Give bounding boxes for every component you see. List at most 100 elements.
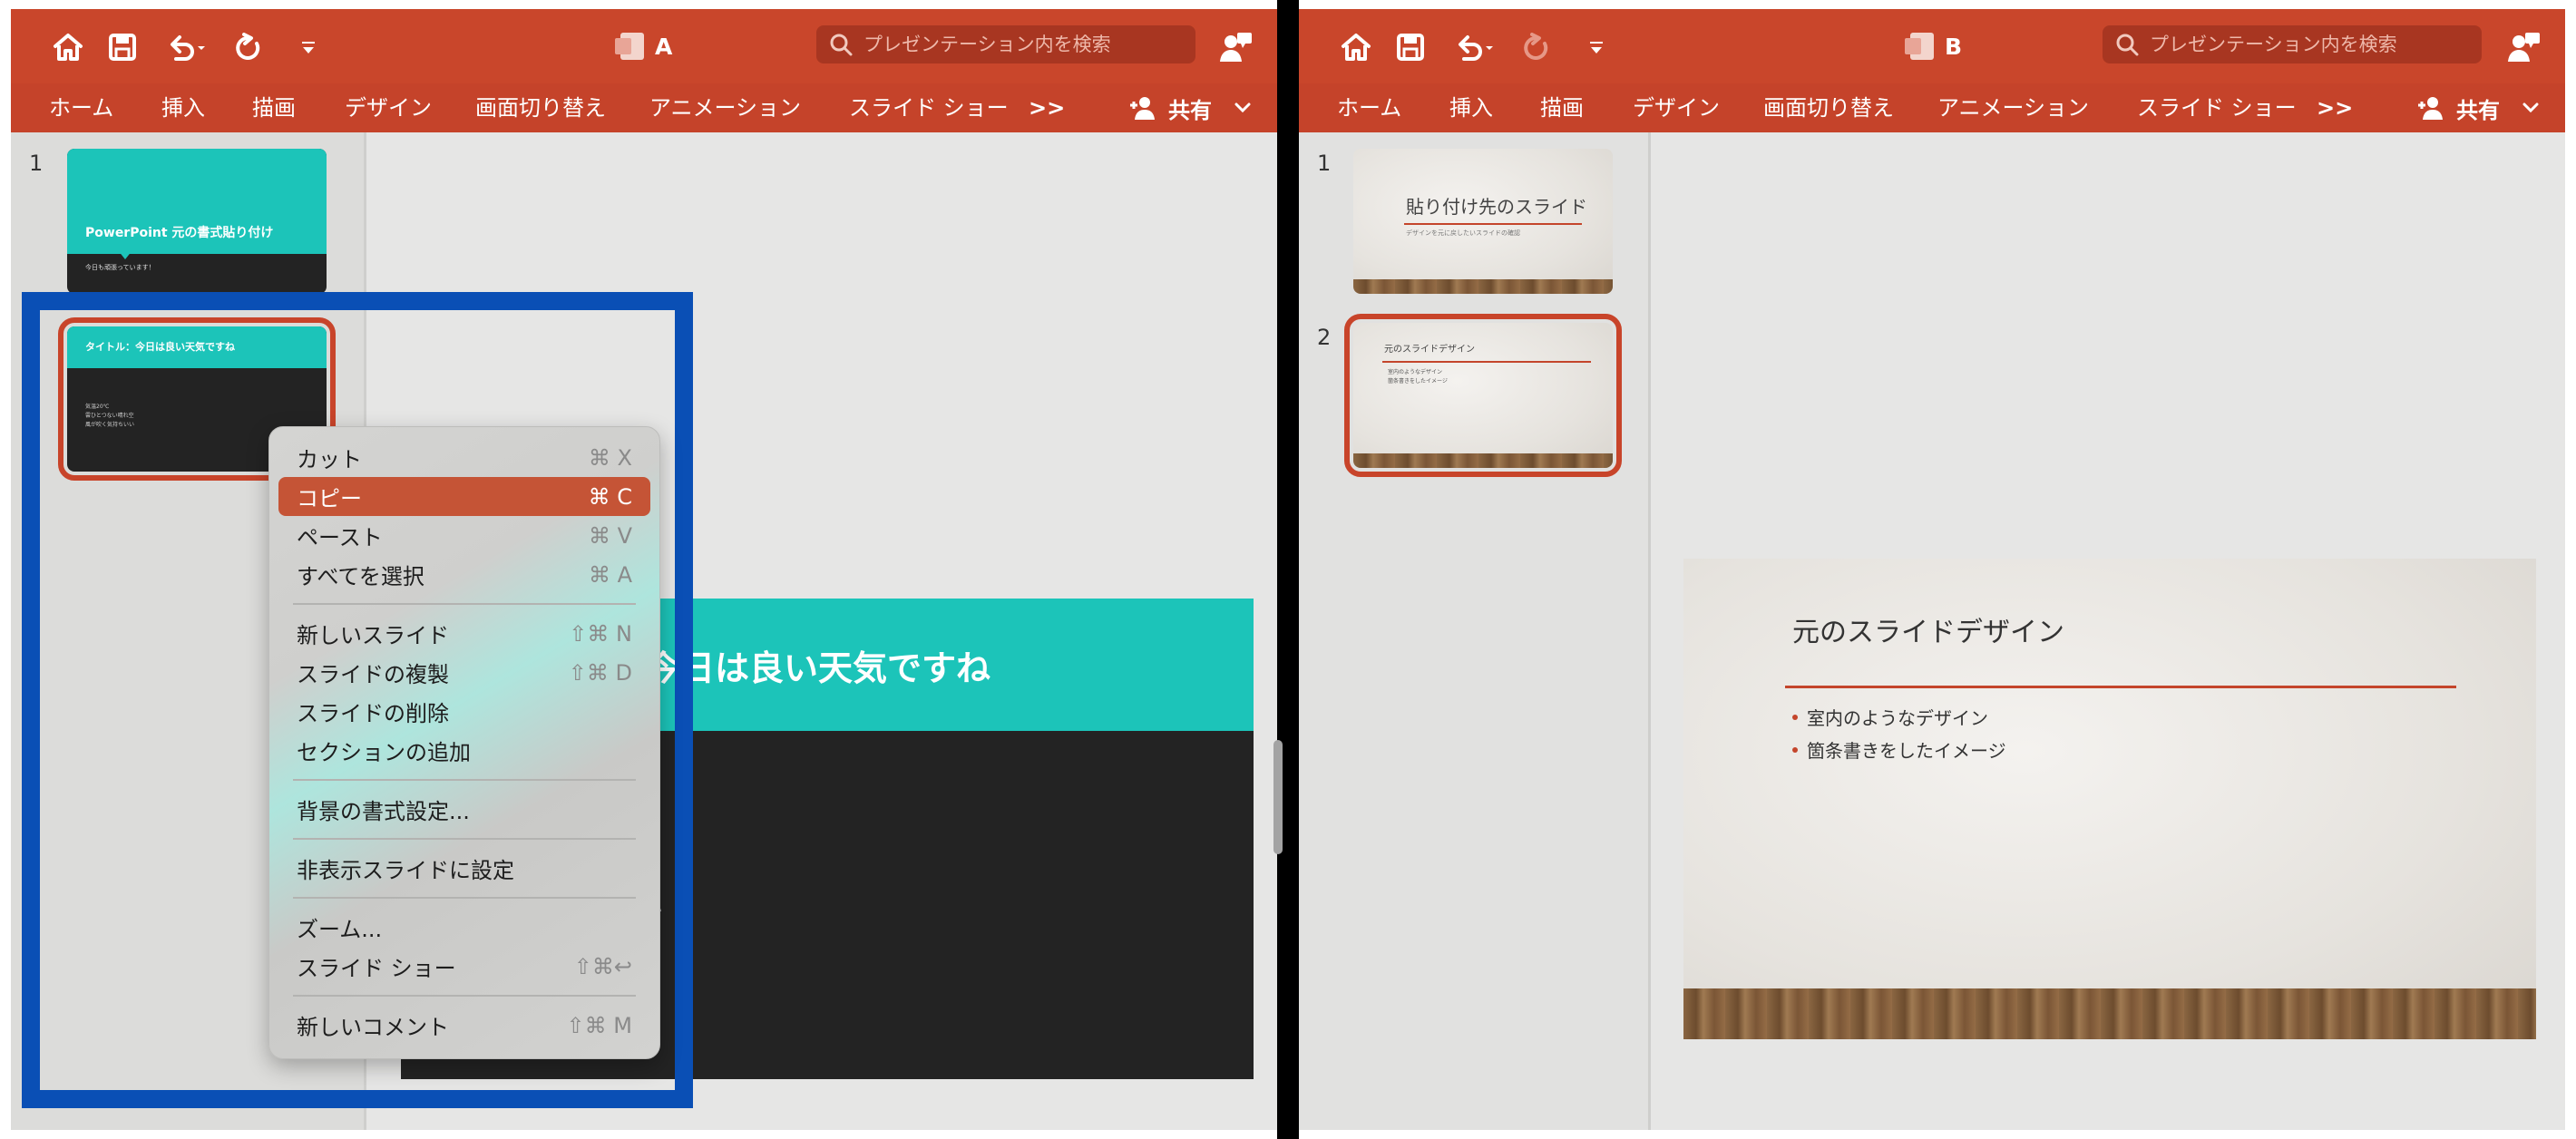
- menu-item-new-slide[interactable]: 新しいスライド ⇧⌘ N: [278, 614, 650, 653]
- slide-bullet[interactable]: 室内のようなデザイン: [1792, 704, 1988, 730]
- menu-separator: [293, 603, 636, 605]
- slide-number: 1: [1317, 151, 1332, 176]
- menu-item-shortcut: ⌘ A: [588, 561, 632, 588]
- thumbnail-bullet: 箇条書きをしたイメージ: [1388, 378, 1448, 385]
- home-icon[interactable]: [1341, 29, 1371, 65]
- tab-animations[interactable]: アニメーション: [649, 87, 801, 129]
- search-box[interactable]: [2103, 25, 2482, 63]
- comments-icon[interactable]: [1219, 29, 1254, 65]
- undo-icon[interactable]: [1453, 29, 1495, 65]
- slide-number: 2: [1317, 325, 1332, 350]
- slide-thumbnail-2[interactable]: 元のスライドデザイン 室内のようなデザイン 箇条書きをしたイメージ: [1344, 314, 1622, 477]
- tab-insert[interactable]: 挿入: [161, 87, 205, 129]
- document-name: B: [1945, 33, 1963, 60]
- search-input[interactable]: [2150, 34, 2458, 55]
- menu-item-label: すべてを選択: [297, 564, 424, 589]
- menu-item-label: 背景の書式設定...: [297, 799, 470, 824]
- tab-transitions[interactable]: 画面切り替え: [475, 87, 606, 129]
- slide-thumbnail-1[interactable]: PowerPoint 元の書式貼り付け 今日も頑張っています！: [67, 149, 327, 294]
- menu-separator: [293, 897, 636, 899]
- slide-number: 1: [29, 151, 44, 176]
- add-person-icon: [2418, 97, 2443, 120]
- menu-separator: [293, 995, 636, 997]
- document-title: A: [615, 27, 672, 65]
- tab-slideshow[interactable]: スライド ショー: [849, 87, 1009, 129]
- tab-home[interactable]: ホーム: [1337, 87, 1401, 129]
- tab-design[interactable]: デザイン: [345, 87, 432, 129]
- thumbnail-subtitle: 今日も頑張っています！: [85, 264, 155, 271]
- thumbnail-title: 元のスライドデザイン: [1384, 345, 1475, 355]
- menu-item-label: 非表示スライドに設定: [297, 858, 514, 883]
- tab-home[interactable]: ホーム: [49, 87, 113, 129]
- menu-separator: [293, 779, 636, 781]
- chevron-down-icon: [2522, 102, 2539, 113]
- menu-item-shortcut: ⇧⌘ N: [569, 620, 632, 647]
- thumbnail-title: PowerPoint 元の書式貼り付け: [85, 226, 274, 240]
- slide-title[interactable]: 今日は良い天気ですね: [646, 640, 990, 690]
- redo-icon[interactable]: [1521, 29, 1552, 65]
- menu-item-slide-show[interactable]: スライド ショー ⇧⌘↩: [278, 947, 650, 986]
- more-tabs-button[interactable]: >>: [1029, 87, 1065, 129]
- menu-item-shortcut: ⌘ C: [588, 483, 632, 510]
- menu-item-shortcut: ⌘ X: [588, 444, 632, 471]
- tab-draw[interactable]: 描画: [252, 87, 296, 129]
- search-icon: [2116, 34, 2139, 56]
- menu-item-format-background[interactable]: 背景の書式設定...: [278, 790, 650, 829]
- menu-item-shortcut: ⇧⌘↩: [573, 953, 632, 979]
- powerpoint-window-a: A ホーム 挿入 描画 デザイン 画面切り替え アニメーション スライド ショー…: [11, 9, 1277, 1130]
- thumbnail-bullet: 室内のようなデザイン: [1388, 369, 1443, 375]
- tab-slideshow[interactable]: スライド ショー: [2137, 87, 2297, 129]
- save-icon[interactable]: [1397, 29, 1424, 65]
- share-label: 共有: [2456, 97, 2500, 123]
- customize-toolbar-icon[interactable]: [299, 29, 317, 65]
- menu-item-duplicate-slide[interactable]: スライドの複製 ⇧⌘ D: [278, 653, 650, 692]
- menu-item-select-all[interactable]: すべてを選択 ⌘ A: [278, 555, 650, 594]
- main-slide-editor[interactable]: 元のスライドデザイン 室内のようなデザイン 箇条書きをしたイメージ: [1683, 559, 2536, 1039]
- menu-item-new-comment[interactable]: 新しいコメント ⇧⌘ M: [278, 1006, 650, 1045]
- tab-design[interactable]: デザイン: [1633, 87, 1720, 129]
- menu-item-cut[interactable]: カット ⌘ X: [278, 438, 650, 477]
- wood-floor: [1683, 988, 2536, 1039]
- menu-separator: [293, 838, 636, 840]
- customize-toolbar-icon[interactable]: [1587, 29, 1605, 65]
- context-menu: カット ⌘ X コピー ⌘ C ペースト ⌘ V すべてを選択 ⌘ A 新しいスライド ⇧⌘ N ス…: [268, 426, 660, 1059]
- tab-animations[interactable]: アニメーション: [1937, 87, 2089, 129]
- menu-item-shortcut: ⌘ V: [588, 522, 632, 549]
- tab-transitions[interactable]: 画面切り替え: [1763, 87, 1894, 129]
- menu-item-paste[interactable]: ペースト ⌘ V: [278, 516, 650, 555]
- menu-item-label: スライドの複製: [297, 662, 449, 687]
- menu-item-label: コピー: [297, 486, 362, 511]
- share-button[interactable]: 共有: [1128, 87, 1252, 129]
- undo-icon[interactable]: [165, 29, 207, 65]
- search-box[interactable]: [816, 25, 1195, 63]
- home-icon[interactable]: [53, 29, 83, 65]
- redo-icon[interactable]: [233, 29, 264, 65]
- menu-item-shortcut: ⇧⌘ M: [566, 1012, 632, 1038]
- menu-item-label: ズーム...: [297, 917, 383, 942]
- save-icon[interactable]: [109, 29, 136, 65]
- menu-item-hide-slide[interactable]: 非表示スライドに設定: [278, 849, 650, 888]
- slide-thumbnail-1[interactable]: 貼り付け先のスライド デザインを元に戻したいスライドの確認: [1353, 149, 1613, 294]
- bullet-text: 箇条書きをしたイメージ: [1807, 740, 2006, 762]
- menu-item-delete-slide[interactable]: スライドの削除: [278, 692, 650, 731]
- search-input[interactable]: [864, 34, 1172, 55]
- tab-insert[interactable]: 挿入: [1449, 87, 1493, 129]
- slide-thumbnail-pane[interactable]: 1 貼り付け先のスライド デザインを元に戻したいスライドの確認 2 元のスライド…: [1299, 132, 1651, 1130]
- document-title: B: [1905, 27, 1963, 65]
- slide-bullet[interactable]: 箇条書きをしたイメージ: [1792, 736, 2006, 763]
- menu-item-label: ペースト: [297, 525, 383, 550]
- slide-title[interactable]: 元のスライドデザイン: [1792, 609, 2064, 649]
- comments-icon[interactable]: [2507, 29, 2542, 65]
- window-divider: [1277, 0, 1299, 1139]
- tab-draw[interactable]: 描画: [1540, 87, 1584, 129]
- menu-item-add-section[interactable]: セクションの追加: [278, 731, 650, 770]
- powerpoint-file-icon: [615, 33, 644, 60]
- menu-item-label: 新しいコメント: [297, 1015, 449, 1040]
- scrollbar[interactable]: [1273, 740, 1283, 854]
- menu-item-zoom[interactable]: ズーム...: [278, 908, 650, 947]
- menu-item-copy[interactable]: コピー ⌘ C: [278, 477, 650, 516]
- powerpoint-file-icon: [1905, 33, 1934, 60]
- share-button[interactable]: 共有: [2416, 87, 2540, 129]
- more-tabs-button[interactable]: >>: [2317, 87, 2353, 129]
- powerpoint-window-b: B ホーム 挿入 描画 デザイン 画面切り替え アニメーション スライド ショー…: [1299, 9, 2565, 1130]
